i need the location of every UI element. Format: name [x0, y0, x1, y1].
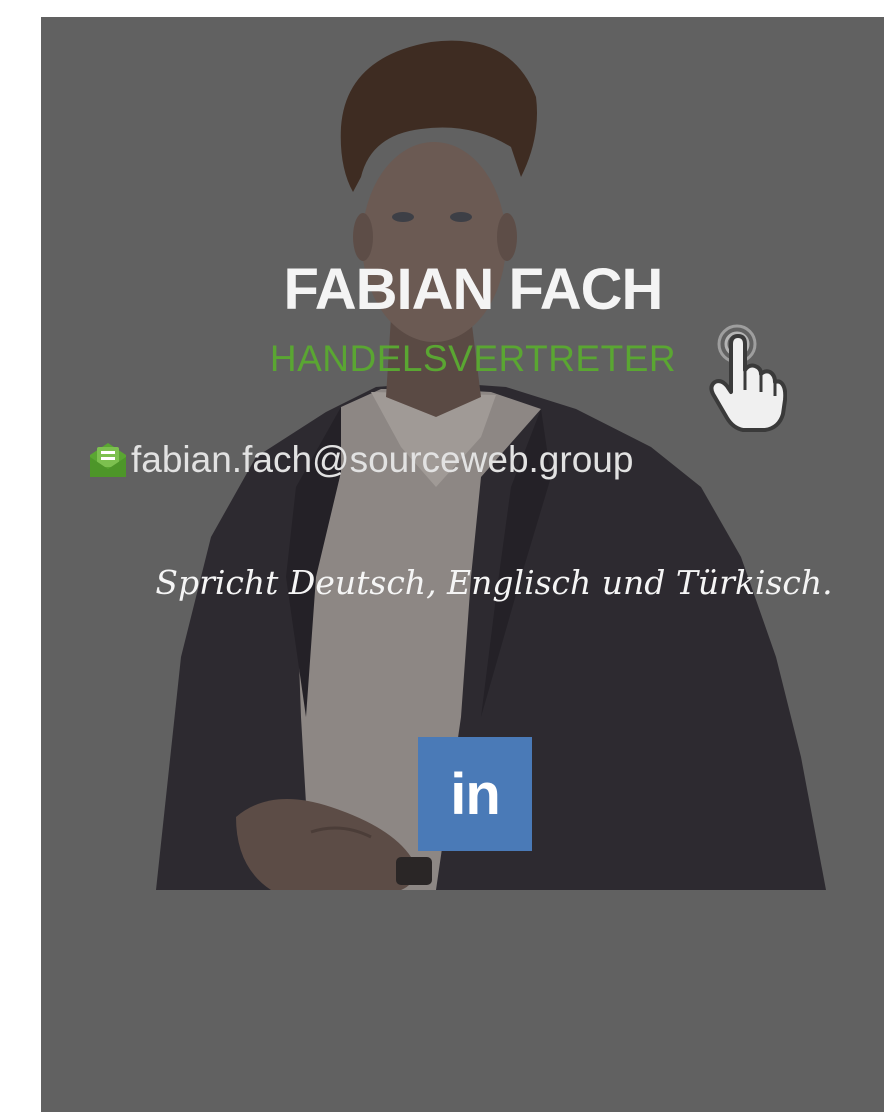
email-address: fabian.fach@sourceweb.group	[131, 439, 634, 480]
languages-text: Spricht Deutsch, Englisch und Türkisch.	[155, 563, 833, 602]
envelope-letter-icon	[87, 439, 129, 481]
profile-info: FABIAN FACH HANDELSVERTRETER fabian.fach…	[41, 17, 884, 1112]
profile-card: FABIAN FACH HANDELSVERTRETER fabian.fach…	[41, 17, 884, 1112]
linkedin-button[interactable]: in	[418, 737, 532, 851]
email-link[interactable]: fabian.fach@sourceweb.group	[87, 435, 633, 485]
linkedin-icon: in	[450, 761, 501, 827]
hand-pointer-cursor-icon	[707, 322, 788, 434]
person-name: FABIAN FACH	[283, 257, 664, 322]
